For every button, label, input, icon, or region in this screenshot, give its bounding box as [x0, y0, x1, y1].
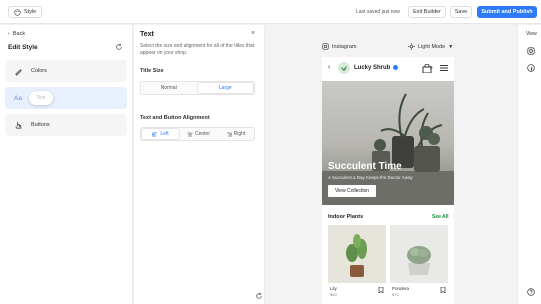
- alignment-selector: Left Center Right: [140, 127, 255, 141]
- instagram-preview-toggle[interactable]: Instagram: [322, 43, 356, 50]
- align-left-label: Left: [160, 131, 169, 137]
- exit-builder-button[interactable]: Exit Builder: [408, 6, 446, 18]
- view-collection-button[interactable]: View Collection: [328, 185, 376, 197]
- facebook-icon[interactable]: [527, 64, 535, 72]
- bookmark-icon[interactable]: [440, 287, 446, 293]
- mode-label: Light Mode: [418, 43, 446, 50]
- instagram-icon[interactable]: [527, 47, 535, 55]
- text-aa-icon: Aa: [11, 91, 25, 105]
- save-button[interactable]: Save: [450, 6, 472, 18]
- style-button-label: Style: [24, 9, 37, 15]
- text-panel-description: Select the size and alignment for all of…: [140, 43, 255, 56]
- view-rail: View: [517, 25, 541, 304]
- shop-brand: Lucky Shrub: [354, 65, 391, 71]
- close-icon[interactable]: ×: [251, 30, 255, 37]
- title-size-label: Title Size: [140, 68, 164, 74]
- see-all-link[interactable]: See All: [432, 214, 449, 220]
- size-option-normal[interactable]: Normal: [141, 82, 197, 94]
- product-price: $50: [330, 292, 337, 297]
- top-bar: Style Last saved just now Exit Builder S…: [0, 0, 541, 24]
- shop-preview: Instagram Light Mode ▼ ‹ Lucky Shrub 0 S…: [266, 25, 516, 304]
- text-settings-panel: Text × Select the size and alignment for…: [134, 25, 265, 304]
- bookmark-icon[interactable]: [378, 287, 384, 293]
- sun-icon: [408, 43, 415, 50]
- verified-badge-icon: [393, 65, 398, 70]
- align-right-icon: [226, 132, 232, 136]
- align-center-label: Center: [194, 131, 210, 137]
- save-status: Last saved just now: [356, 9, 400, 15]
- text-panel-title: Text: [140, 31, 154, 38]
- align-right-label: Right: [233, 131, 246, 137]
- align-option-right[interactable]: Right: [217, 128, 254, 140]
- style-item-label: Colors: [31, 68, 47, 74]
- product-name: Pondera: [392, 286, 410, 291]
- caret-down-icon: ▼: [448, 43, 454, 50]
- reset-icon[interactable]: [115, 43, 123, 51]
- align-center-icon: [187, 132, 193, 136]
- alignment-label: Text and Button Alignment: [140, 115, 210, 121]
- help-icon[interactable]: [527, 288, 535, 296]
- instagram-icon: [322, 43, 329, 50]
- product-image: [390, 225, 448, 283]
- phone-frame: ‹ Lucky Shrub 0 Succulent Time A Succule…: [322, 57, 454, 304]
- style-button[interactable]: Style: [8, 6, 43, 18]
- view-label: View: [526, 31, 537, 37]
- aa-glyph: Aa: [14, 94, 22, 102]
- style-item-buttons[interactable]: Buttons: [5, 114, 127, 136]
- chevron-left-icon[interactable]: ‹: [328, 64, 330, 71]
- style-item-text[interactable]: Aa Text: [5, 87, 127, 109]
- panel-title: Edit Style: [8, 44, 38, 51]
- light-mode-dropdown[interactable]: Light Mode ▼: [408, 43, 453, 50]
- style-item-colors[interactable]: Colors: [5, 60, 127, 82]
- product-card[interactable]: [328, 225, 386, 283]
- product-name: Lily: [330, 286, 337, 291]
- title-size-selector: Normal Large: [140, 81, 255, 95]
- product-card[interactable]: [390, 225, 448, 283]
- product-image: [328, 225, 386, 283]
- align-option-left[interactable]: Left: [141, 128, 180, 140]
- style-item-label: Buttons: [31, 122, 50, 128]
- refresh-icon[interactable]: [255, 292, 263, 300]
- hero-subtitle: A Succulent a Day Keeps the Doctor Away: [328, 175, 413, 180]
- hero-title: Succulent Time: [328, 161, 402, 172]
- align-option-center[interactable]: Center: [180, 128, 217, 140]
- chevron-left-icon: ‹: [8, 31, 10, 37]
- size-option-large[interactable]: Large: [196, 82, 254, 94]
- shop-logo: [338, 62, 350, 74]
- instagram-label: Instagram: [332, 43, 357, 50]
- pointer-hand-icon: [11, 118, 25, 132]
- palette-icon: [14, 8, 21, 16]
- back-label: Back: [12, 31, 26, 37]
- product-price: $70: [392, 292, 399, 297]
- align-left-icon: [152, 132, 158, 136]
- edit-style-panel: ‹ Back Edit Style Colors Aa Text Buttons: [0, 25, 133, 304]
- section-title: Indoor Plants: [328, 214, 364, 220]
- cart-count: 0: [430, 65, 433, 70]
- hero-banner: Succulent Time A Succulent a Day Keeps t…: [322, 81, 454, 205]
- back-link[interactable]: ‹ Back: [8, 31, 25, 37]
- hamburger-menu-icon[interactable]: [440, 64, 448, 72]
- text-tooltip: Text: [29, 91, 53, 105]
- paint-brush-icon: [11, 64, 25, 78]
- submit-publish-button[interactable]: Submit and Publish: [477, 6, 537, 18]
